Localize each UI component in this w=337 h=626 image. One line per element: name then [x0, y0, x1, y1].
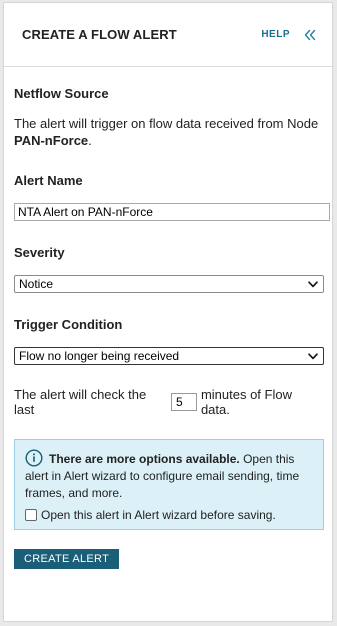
more-options-info-box: There are more options available. Open t…	[14, 439, 324, 530]
severity-selected-value: Notice	[19, 277, 54, 291]
panel-title: CREATE A FLOW ALERT	[22, 27, 177, 42]
info-circle-icon	[25, 449, 43, 467]
panel-content: Netflow Source The alert will trigger on…	[4, 86, 332, 569]
info-bold-text: There are more options available.	[49, 452, 240, 466]
double-chevron-left-icon	[304, 29, 316, 40]
open-wizard-checkbox[interactable]	[25, 509, 37, 521]
check-prefix-text: The alert will check the last	[14, 387, 147, 417]
flow-alert-panel: CREATE A FLOW ALERT HELP Netflow Source …	[3, 2, 333, 622]
open-wizard-option: Open this alert in Alert wizard before s…	[25, 508, 315, 522]
alert-name-heading: Alert Name	[14, 173, 83, 188]
open-wizard-label[interactable]: Open this alert in Alert wizard before s…	[41, 508, 276, 522]
check-window-row: The alert will check the last minutes of…	[14, 387, 322, 417]
node-name: PAN-nForce	[14, 133, 89, 148]
panel-header: CREATE A FLOW ALERT HELP	[4, 3, 332, 67]
info-message: There are more options available. Open t…	[25, 449, 315, 502]
help-link[interactable]: HELP	[261, 29, 290, 40]
alert-name-input[interactable]	[14, 203, 330, 221]
trigger-condition-select[interactable]: Flow no longer being received	[14, 347, 324, 365]
chevron-down-icon	[308, 280, 318, 287]
severity-heading: Severity	[14, 245, 65, 260]
severity-select[interactable]: Notice	[14, 275, 324, 293]
check-suffix-text: minutes of Flow data.	[200, 387, 292, 417]
collapse-panel-button[interactable]	[304, 29, 316, 41]
trigger-selected-value: Flow no longer being received	[19, 349, 180, 363]
trigger-condition-heading: Trigger Condition	[14, 317, 123, 332]
create-alert-button[interactable]: CREATE ALERT	[14, 549, 120, 569]
minutes-input[interactable]	[170, 393, 197, 411]
netflow-source-heading: Netflow Source	[14, 86, 109, 101]
chevron-down-icon	[308, 352, 318, 359]
netflow-description: The alert will trigger on flow data rece…	[14, 116, 319, 148]
